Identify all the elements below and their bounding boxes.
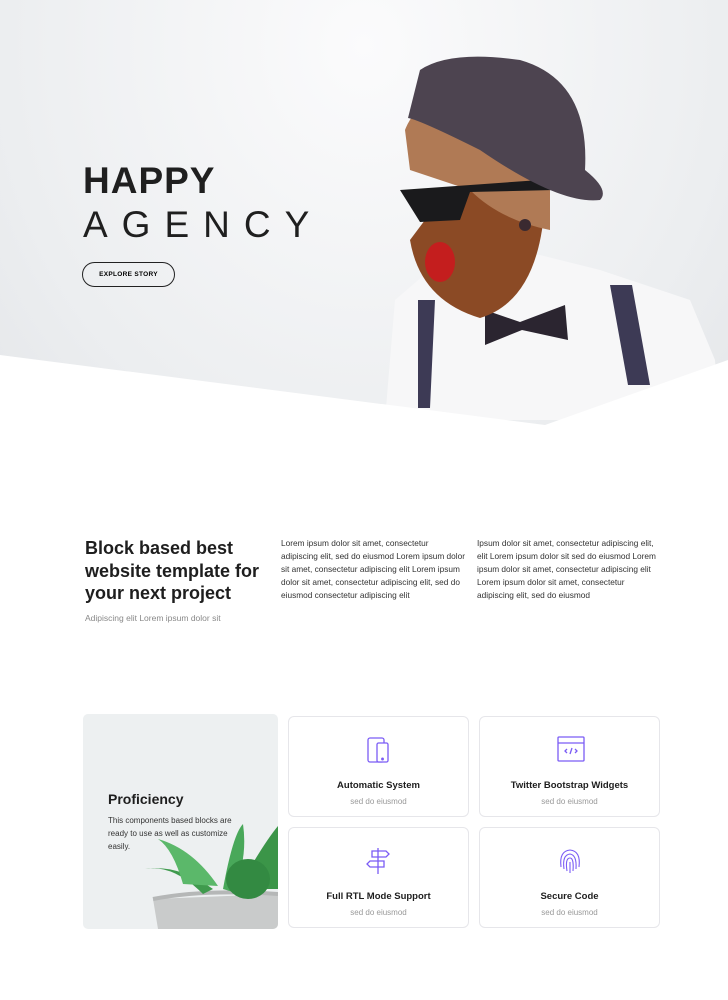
feature-title: Secure Code	[540, 891, 599, 902]
feature-card-secure-code[interactable]: Secure Code sed do eiusmod	[479, 827, 660, 928]
intro-paragraph-2: Ipsum dolor sit amet, consectetur adipis…	[477, 538, 656, 600]
feature-subtitle: sed do eiusmod	[350, 908, 407, 917]
intro-paragraph-1: Lorem ipsum dolor sit amet, consectetur …	[281, 538, 466, 600]
feature-subtitle: sed do eiusmod	[541, 908, 598, 917]
feature-card-automatic-system[interactable]: Automatic System sed do eiusmod	[288, 716, 469, 817]
proficiency-text: This components based blocks are ready t…	[108, 816, 232, 851]
proficiency-card: Proficiency This components based blocks…	[83, 714, 278, 929]
code-window-icon	[557, 736, 585, 762]
signpost-icon	[366, 848, 390, 874]
feature-title: Automatic System	[337, 780, 420, 791]
feature-card-bootstrap-widgets[interactable]: Twitter Bootstrap Widgets sed do eiusmod	[479, 716, 660, 817]
feature-subtitle: sed do eiusmod	[350, 797, 407, 806]
hero-title-line1: HAPPY	[83, 160, 216, 201]
feature-subtitle: sed do eiusmod	[541, 797, 598, 806]
feature-card-rtl-support[interactable]: Full RTL Mode Support sed do eiusmod	[288, 827, 469, 928]
feature-title: Full RTL Mode Support	[326, 891, 431, 902]
proficiency-title: Proficiency	[108, 791, 184, 807]
intro-subtitle: Adipiscing elit Lorem ipsum dolor sit	[85, 613, 221, 623]
hero-title-line2: AGENCY	[83, 204, 324, 245]
feature-title: Twitter Bootstrap Widgets	[510, 780, 629, 791]
hero-section: HAPPY AGENCY EXPLORE STORY	[0, 0, 728, 460]
explore-story-button[interactable]: EXPLORE STORY	[82, 262, 175, 287]
intro-title: Block based best website template for yo…	[85, 538, 260, 603]
devices-icon	[367, 737, 389, 763]
fingerprint-icon	[560, 849, 580, 873]
